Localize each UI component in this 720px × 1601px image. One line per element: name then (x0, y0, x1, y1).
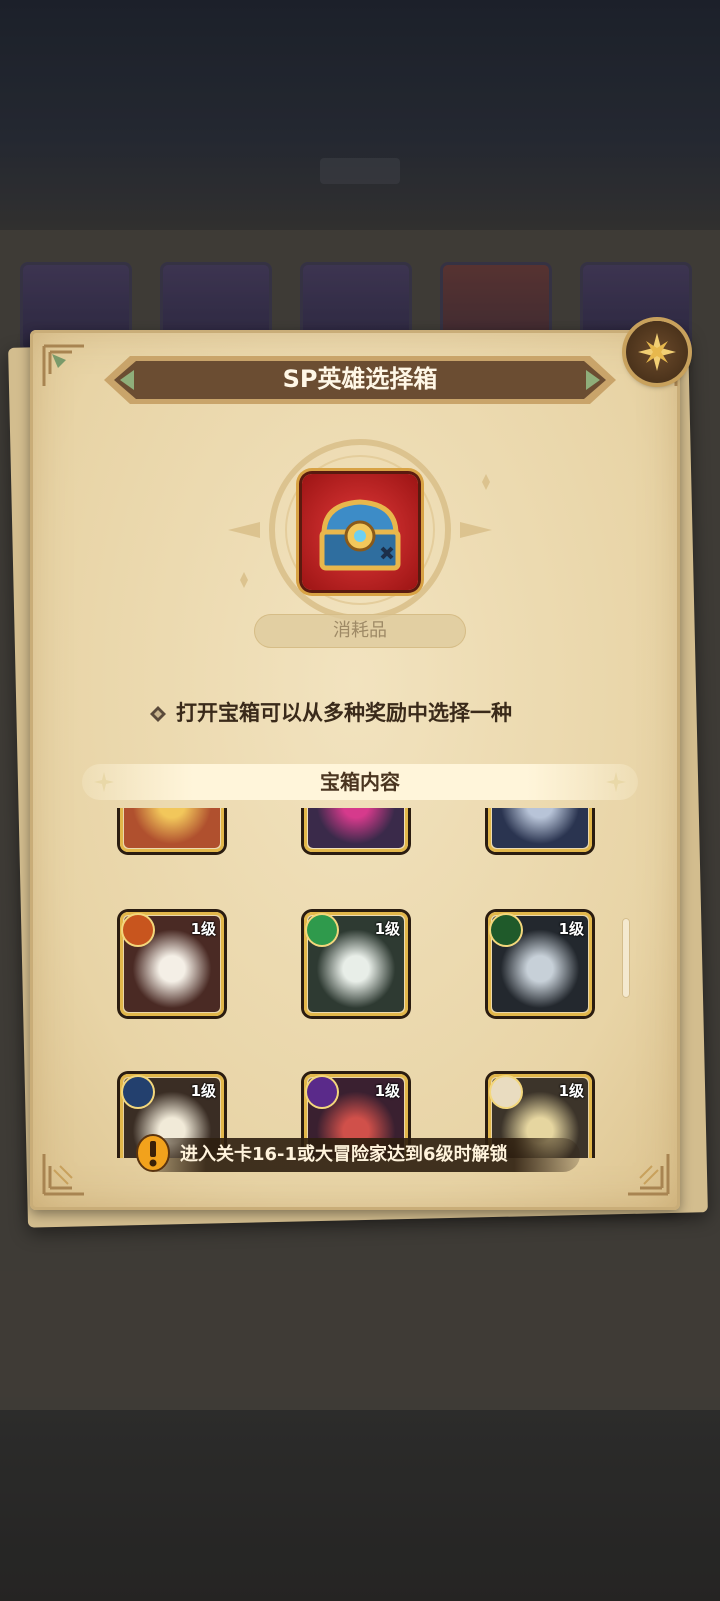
hero-card[interactable] (120, 808, 224, 852)
hero-level: 1级 (558, 920, 584, 938)
description-row: 打开宝箱可以从多种奖励中选择一种 (150, 696, 610, 730)
hero-grid-scrollbar[interactable] (622, 918, 630, 998)
corner-ornament-icon (42, 344, 84, 386)
unlock-notice-text: 进入关卡16-1或大冒险家达到6级时解锁 (180, 1144, 508, 1165)
description-text: 打开宝箱可以从多种奖励中选择一种 (176, 701, 512, 725)
hypogean-faction-icon (307, 1077, 337, 1107)
close-icon (638, 333, 676, 371)
diamond-bullet-icon (150, 706, 166, 722)
hero-level: 1级 (190, 920, 216, 938)
contents-header-label: 宝箱内容 (320, 770, 400, 794)
hero-level: 1级 (558, 1082, 584, 1100)
hero-card[interactable] (304, 808, 408, 852)
hero-portrait (308, 808, 404, 848)
warning-icon (136, 1134, 170, 1172)
hero-level: 1级 (374, 920, 400, 938)
hero-level: 1级 (374, 1082, 400, 1100)
hero-grid[interactable]: 1级 1级 1级 1级 1级 1级 (110, 808, 610, 1158)
title-banner: SP英雄选择箱 (100, 352, 620, 410)
close-button[interactable] (626, 321, 688, 383)
treasure-chest-icon (319, 499, 401, 571)
corner-ornament-icon (42, 1154, 84, 1196)
lightbearer-faction-icon (123, 915, 153, 945)
graveborn-faction-icon (491, 915, 521, 945)
hero-card[interactable] (488, 808, 592, 852)
dimensional-faction-icon (491, 1077, 521, 1107)
hero-portrait (492, 808, 588, 848)
item-category-label: 消耗品 (254, 614, 466, 648)
wilder-faction-icon (307, 915, 337, 945)
hero-card[interactable]: 1级 (488, 912, 592, 1016)
corner-ornament-icon (628, 1154, 670, 1196)
hero-card[interactable]: 1级 (120, 912, 224, 1016)
contents-header-bar: 宝箱内容 (82, 764, 638, 800)
hero-level: 1级 (190, 1082, 216, 1100)
hero-card[interactable]: 1级 (304, 912, 408, 1016)
hero-portrait (124, 808, 220, 848)
popup-title: SP英雄选择箱 (282, 365, 438, 393)
item-icon-frame (302, 474, 418, 590)
celestial-faction-icon (123, 1077, 153, 1107)
